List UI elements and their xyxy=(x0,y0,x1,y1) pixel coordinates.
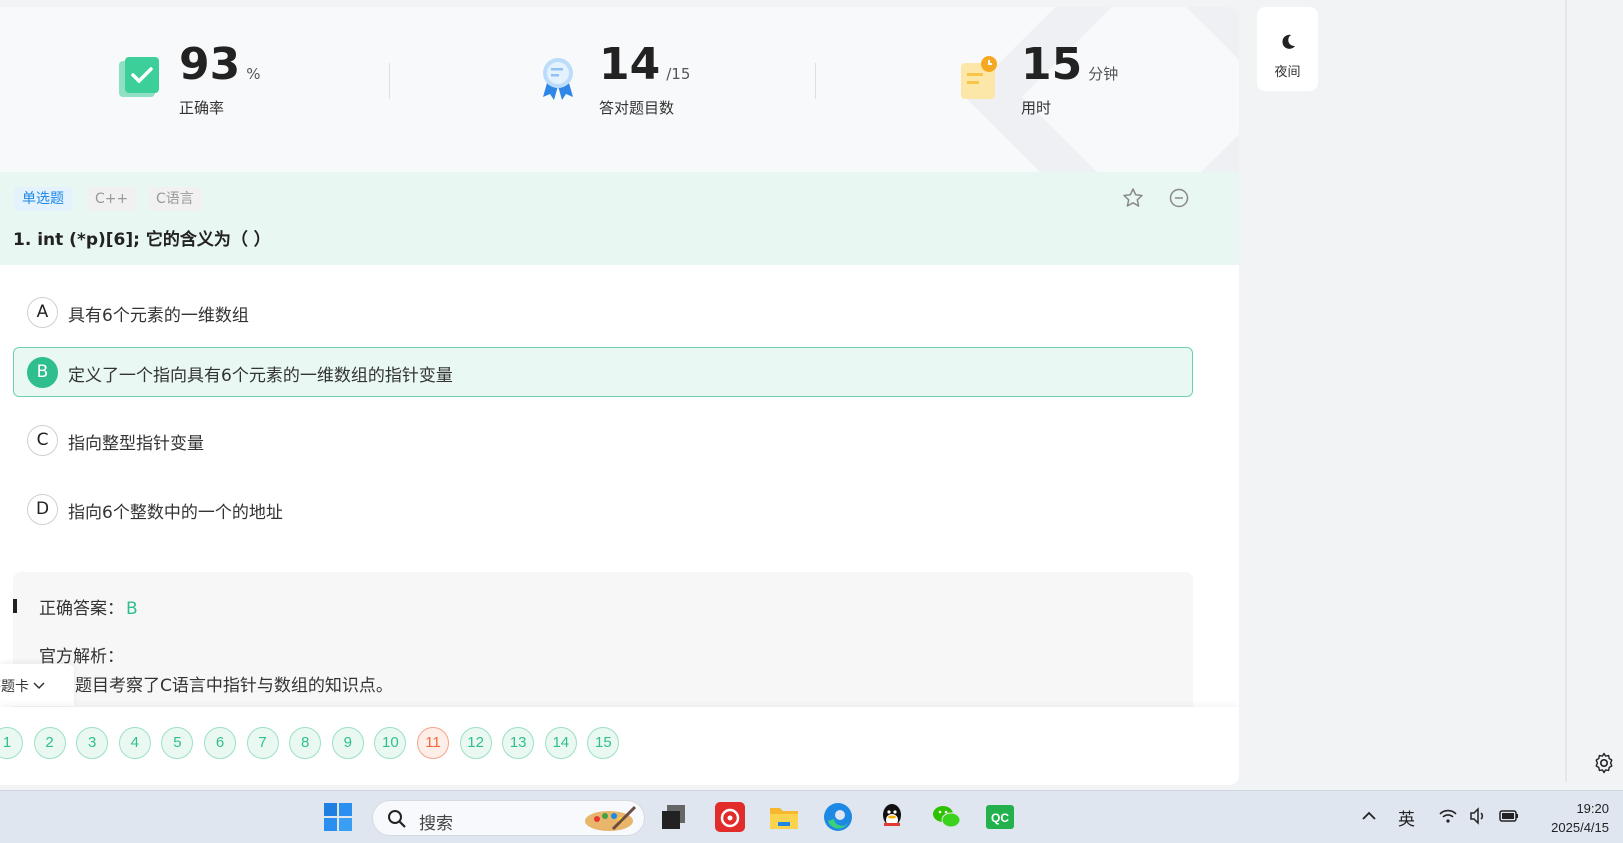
night-mode-button[interactable]: 夜间 xyxy=(1257,7,1318,91)
correct-value: 14/15 xyxy=(599,39,691,90)
volume-icon[interactable] xyxy=(1468,806,1488,826)
option-text: 定义了一个指向具有6个元素的一维数组的指针变量 xyxy=(68,366,453,386)
correct-answer: 正确答案： B xyxy=(39,599,138,619)
question-navigator: 1 2 3 4 5 6 7 8 9 10 11 12 13 14 15 xyxy=(0,707,1239,785)
system-clock[interactable]: 19:20 2025/4/15 xyxy=(1539,799,1609,837)
question-nav-1[interactable]: 1 xyxy=(0,727,23,759)
question-nav-15[interactable]: 15 xyxy=(587,727,620,759)
question-nav-2[interactable]: 2 xyxy=(33,727,66,759)
windows-start-icon[interactable] xyxy=(322,801,354,833)
clock-note-icon xyxy=(961,56,997,99)
question-nav-6[interactable]: 6 xyxy=(204,727,236,759)
star-icon[interactable] xyxy=(1122,187,1144,209)
netease-music-icon[interactable] xyxy=(714,801,746,833)
wechat-icon[interactable] xyxy=(930,801,962,833)
clock-time: 19:20 xyxy=(1576,801,1609,816)
accuracy-value: 93% xyxy=(179,39,261,90)
question-title: 1. int (*p)[6]; 它的含义为（ ） xyxy=(13,230,271,250)
edge-browser-icon[interactable] xyxy=(822,801,854,833)
chevron-down-icon xyxy=(33,682,45,690)
svg-text:QC: QC xyxy=(991,811,1009,825)
medal-icon xyxy=(543,58,573,100)
divider xyxy=(389,63,390,99)
question-nav-7[interactable]: 7 xyxy=(246,727,279,759)
taskbar: 搜索 QC 英 19:20 2025/4/15 xyxy=(0,790,1623,843)
accuracy-label: 正确率 xyxy=(179,99,225,117)
wifi-icon[interactable] xyxy=(1438,806,1458,826)
stats-panel: 93% 正确率 14/15 答对题目数 15 分钟 用时 xyxy=(0,7,1239,172)
task-view-icon[interactable] xyxy=(658,801,690,833)
panel-divider xyxy=(1565,0,1567,782)
question-nav-5[interactable]: 5 xyxy=(161,727,194,759)
option-letter: B xyxy=(27,357,58,388)
question-nav-13[interactable]: 13 xyxy=(502,727,535,759)
file-explorer-icon[interactable] xyxy=(768,801,800,833)
question-nav-8[interactable]: 8 xyxy=(289,727,322,759)
option-text: 指向整型指针变量 xyxy=(68,434,204,454)
taskbar-search[interactable]: 搜索 xyxy=(372,800,645,836)
question-nav-11[interactable]: 11 xyxy=(417,727,449,759)
search-placeholder: 搜索 xyxy=(419,814,453,834)
question-nav-14[interactable]: 14 xyxy=(544,727,577,759)
question-nav-12[interactable]: 12 xyxy=(459,727,492,759)
result-card: 93% 正确率 14/15 答对题目数 15 分钟 用时 单选题 C++ C语言… xyxy=(0,7,1239,785)
question-nav-10[interactable]: 10 xyxy=(374,727,407,759)
question-header: 单选题 C++ C语言 1. int (*p)[6]; 它的含义为（ ） xyxy=(0,172,1239,265)
tag-language: C语言 xyxy=(148,187,202,211)
option-d[interactable]: D 指向6个整数中的一个的地址 xyxy=(13,484,1193,534)
section-marker xyxy=(13,599,17,613)
palette-icon xyxy=(585,805,637,831)
ime-indicator[interactable]: 英 xyxy=(1398,805,1415,830)
option-a[interactable]: A 具有6个元素的一维数组 xyxy=(13,287,1193,337)
correct-label: 答对题目数 xyxy=(599,99,675,117)
search-icon xyxy=(388,810,406,828)
moon-icon xyxy=(1281,34,1295,49)
option-letter: C xyxy=(27,425,58,456)
check-book-icon xyxy=(119,57,159,97)
qq-icon[interactable] xyxy=(876,801,908,833)
remove-circle-icon[interactable] xyxy=(1168,187,1190,209)
question-nav-4[interactable]: 4 xyxy=(118,727,151,759)
night-mode-label: 夜间 xyxy=(1274,65,1301,80)
tag-language: C++ xyxy=(87,187,137,211)
option-text: 指向6个整数中的一个的地址 xyxy=(68,503,283,523)
option-letter: D xyxy=(27,494,58,525)
qc-app-icon[interactable]: QC xyxy=(984,801,1016,833)
answer-card-toggle[interactable]: 答题卡 xyxy=(0,664,74,706)
chevron-up-icon[interactable] xyxy=(1360,807,1378,825)
option-b[interactable]: B 定义了一个指向具有6个元素的一维数组的指针变量 xyxy=(13,347,1193,397)
question-nav-3[interactable]: 3 xyxy=(76,727,109,759)
option-text: 具有6个元素的一维数组 xyxy=(68,306,249,326)
explanation-text: 题目考察了C语言中指针与数组的知识点。 xyxy=(75,676,393,696)
clock-date: 2025/4/15 xyxy=(1551,820,1609,835)
time-value: 15 分钟 xyxy=(1021,39,1119,90)
divider xyxy=(815,63,816,99)
battery-icon[interactable] xyxy=(1498,806,1520,826)
question-nav-9[interactable]: 9 xyxy=(331,727,364,759)
option-letter: A xyxy=(27,297,58,328)
gear-icon[interactable] xyxy=(1593,752,1615,774)
time-label: 用时 xyxy=(1021,99,1052,117)
option-c[interactable]: C 指向整型指针变量 xyxy=(13,415,1193,465)
tag-question-type: 单选题 xyxy=(14,187,72,211)
